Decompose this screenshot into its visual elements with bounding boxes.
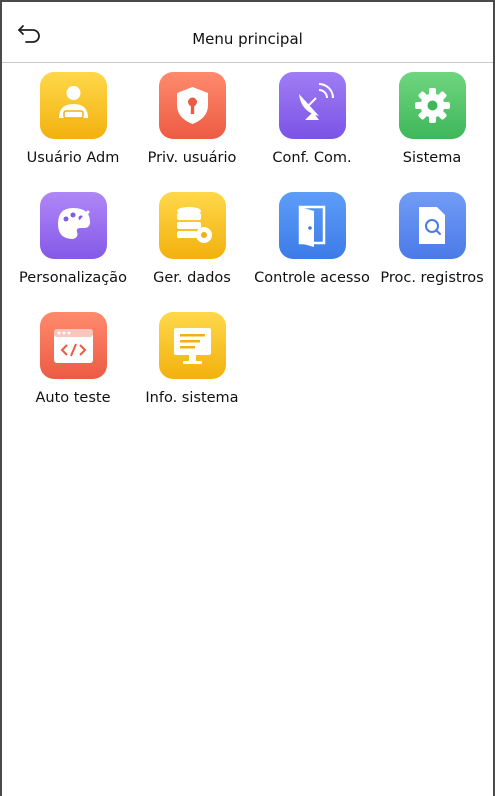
menu-item-sistema[interactable]: Sistema <box>372 72 492 182</box>
main-menu-screen: Menu principal Usuário Adm Priv. usuário… <box>0 0 495 796</box>
menu-item-priv-usuario[interactable]: Priv. usuário <box>132 72 252 182</box>
page-title: Menu principal <box>192 30 303 48</box>
menu-item-label: Conf. Com. <box>272 150 352 166</box>
satellite-dish-icon <box>279 72 346 139</box>
menu-item-auto-teste[interactable]: Auto teste <box>13 312 133 422</box>
document-search-icon <box>399 192 466 259</box>
menu-item-controle-acesso[interactable]: Controle acesso <box>252 192 372 302</box>
menu-item-info-sistema[interactable]: Info. sistema <box>132 312 252 422</box>
menu-item-ger-dados[interactable]: Ger. dados <box>132 192 252 302</box>
menu-item-label: Proc. registros <box>380 270 484 286</box>
code-window-icon <box>40 312 107 379</box>
gear-icon <box>399 72 466 139</box>
menu-item-personalizacao[interactable]: Personalização <box>13 192 133 302</box>
door-icon <box>279 192 346 259</box>
menu-item-label: Sistema <box>402 150 462 166</box>
palette-icon <box>40 192 107 259</box>
menu-item-label: Info. sistema <box>145 390 239 406</box>
menu-item-usuario-adm[interactable]: Usuário Adm <box>13 72 133 182</box>
menu-item-label: Priv. usuário <box>147 150 237 166</box>
admin-user-icon <box>40 72 107 139</box>
database-gear-icon <box>159 192 226 259</box>
menu-item-conf-com[interactable]: Conf. Com. <box>252 72 372 182</box>
shield-key-icon <box>159 72 226 139</box>
header-bar: Menu principal <box>2 2 493 63</box>
menu-item-proc-registros[interactable]: Proc. registros <box>372 192 492 302</box>
monitor-icon <box>159 312 226 379</box>
menu-item-label: Controle acesso <box>254 270 370 286</box>
menu-item-label: Ger. dados <box>153 270 231 286</box>
